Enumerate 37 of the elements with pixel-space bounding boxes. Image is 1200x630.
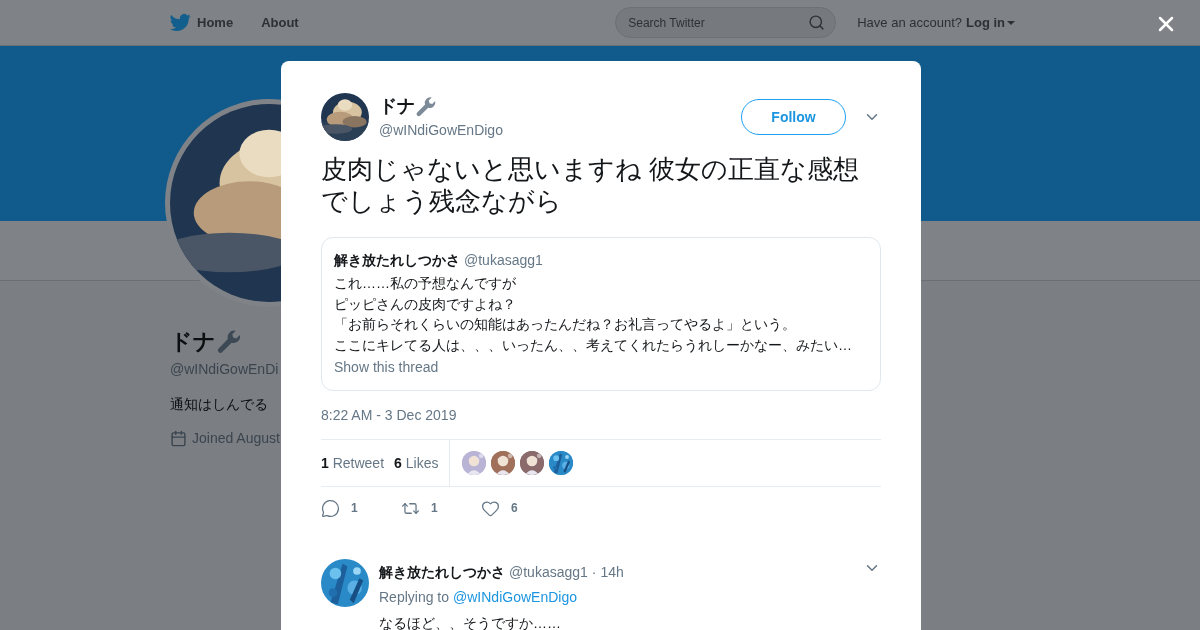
action-count: 6	[511, 500, 518, 517]
nav-link[interactable]: About	[261, 12, 299, 33]
reply-time[interactable]: · 14h	[591, 562, 624, 583]
quoted-tweet-card[interactable]: 解き放たれしつかさ @tukasagg1 これ……私の予想なんですが ピッピさんの皮肉ですよね？ 「お前らそれくらいの知能はあったんだね？お礼言ってやるよ」という。 ここにキレてる人は、、、いったん、、考えてくれたらうれしーかなー、みたい… Show this thread	[321, 237, 881, 391]
search-field[interactable]: Search Twitter	[615, 7, 837, 38]
reply-author-name[interactable]: 解き放たれしつかさ	[379, 562, 505, 583]
stat-link[interactable]: 6 Likes	[394, 452, 439, 474]
wrench-icon	[216, 328, 242, 355]
quoted-tweet-text: これ……私の予想なんですが ピッピさんの皮肉ですよね？ 「お前らそれくらいの知能はあったんだね？お礼言ってやるよ」という。 ここにキレてる人は、、、いったん、、考えてくれたらうれしーかなー、みたい…	[334, 274, 853, 355]
show-thread-link[interactable]: Show this thread	[334, 357, 868, 378]
login-button[interactable]: Log in	[966, 12, 1015, 33]
account-prompt: Have an account?	[857, 13, 962, 32]
author-name[interactable]: ドナ	[379, 93, 415, 120]
action-count: 1	[431, 500, 438, 517]
calendar-icon	[170, 430, 187, 447]
quoted-author-name: 解き放たれしつかさ	[334, 251, 460, 270]
action-count: 1	[351, 500, 358, 517]
wrench-icon	[415, 95, 437, 118]
profile-name: ドナ	[170, 328, 216, 356]
heart-icon[interactable]	[481, 498, 500, 518]
profile-bio: 通知はしんでる	[170, 395, 268, 414]
nav-link[interactable]: Home	[197, 12, 234, 33]
author-handle[interactable]: @wINdiGowEnDigo	[379, 120, 503, 141]
quoted-author-handle: @tukasagg1	[464, 251, 543, 270]
profile-handle: @wINdiGowEnDi	[170, 360, 279, 379]
reply-text: なるほど、、そうですか……	[379, 614, 562, 630]
reply-author-handle[interactable]: @tukasagg1	[509, 562, 588, 583]
joined-date: Joined August	[192, 429, 280, 448]
stat-link[interactable]: 1 Retweet	[321, 452, 385, 474]
search-icon[interactable]	[808, 14, 826, 31]
tweet-text: 皮肉じゃないと思いますね 彼女の正直な感想でしょう残念ながら	[321, 153, 861, 217]
tweet-timestamp[interactable]: 8:22 AM - 3 Dec 2019	[321, 405, 457, 426]
caret-icon	[1007, 20, 1015, 25]
reply-icon[interactable]	[321, 498, 340, 518]
replying-to-label: Replying to	[379, 588, 450, 607]
mention-link[interactable]: @wINdiGowEnDigo	[453, 587, 577, 608]
search-input[interactable]: Search Twitter	[628, 13, 809, 32]
